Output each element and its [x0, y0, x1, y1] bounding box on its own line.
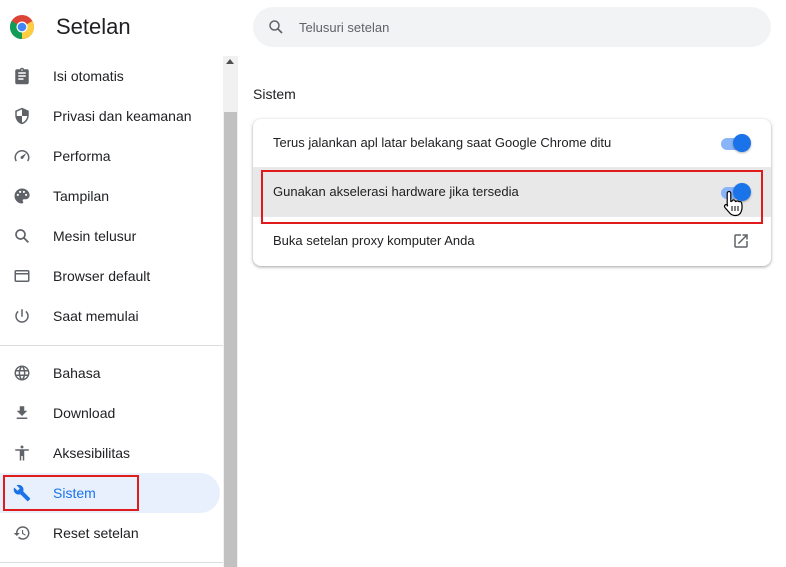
sidebar-item-label: Tampilan: [53, 188, 110, 204]
accessibility-icon: [15, 445, 29, 461]
sidebar-item-reset-setelan[interactable]: Reset setelan: [0, 513, 220, 553]
hand-cursor-icon: [723, 190, 743, 217]
shield-icon: [15, 107, 29, 125]
search-icon: [15, 229, 30, 244]
search-icon: [269, 20, 283, 34]
scroll-up-arrow-icon[interactable]: [226, 59, 234, 64]
palette-icon: [14, 188, 30, 204]
highlight-box: [261, 170, 763, 224]
setting-row-background-apps[interactable]: Terus jalankan apl latar belakang saat G…: [253, 119, 771, 167]
setting-row-proxy[interactable]: Buka setelan proxy komputer Anda: [253, 217, 771, 265]
sidebar-item-performa[interactable]: Performa: [0, 136, 220, 176]
sidebar-item-saat-memulai[interactable]: Saat memulai: [0, 296, 220, 336]
sidebar-item-label: Browser default: [53, 268, 151, 284]
browser-icon: [14, 270, 30, 282]
sidebar-divider: [0, 562, 223, 563]
background-apps-toggle[interactable]: [719, 134, 751, 152]
sidebar-item-mesin-telusur[interactable]: Mesin telusur: [0, 216, 220, 256]
sidebar-item-browser-default[interactable]: Browser default: [0, 256, 220, 296]
toggle-knob: [733, 134, 751, 152]
section-title: Sistem: [253, 86, 296, 102]
globe-icon: [14, 365, 30, 381]
download-icon: [16, 406, 28, 419]
chrome-logo-icon: [10, 15, 34, 39]
power-icon: [15, 309, 29, 323]
sidebar-item-label: Bahasa: [53, 365, 101, 381]
sidebar-item-label: Isi otomatis: [53, 68, 124, 84]
sidebar-item-bahasa[interactable]: Bahasa: [0, 353, 220, 393]
sidebar-item-label: Download: [53, 405, 116, 421]
sidebar-scrollbar[interactable]: [223, 56, 238, 567]
search-bar[interactable]: [253, 7, 771, 47]
external-link-icon[interactable]: [732, 232, 750, 250]
sidebar-divider: [0, 345, 223, 346]
page-title: Setelan: [56, 14, 131, 39]
sidebar-item-label: Reset setelan: [53, 525, 139, 541]
highlight-box: [3, 475, 139, 511]
setting-label: Buka setelan proxy komputer Anda: [273, 233, 475, 248]
search-input[interactable]: [299, 7, 739, 47]
sidebar-item-label: Aksesibilitas: [53, 445, 131, 461]
sidebar-item-tampilan[interactable]: Tampilan: [0, 176, 220, 216]
sidebar-item-isi-otomatis[interactable]: Isi otomatis: [0, 56, 220, 96]
history-icon: [13, 526, 30, 540]
sidebar-item-aksesibilitas[interactable]: Aksesibilitas: [0, 433, 220, 473]
sidebar-item-label: Saat memulai: [53, 308, 139, 324]
sidebar-item-privasi[interactable]: Privasi dan keamanan: [0, 96, 220, 136]
speedometer-icon: [14, 150, 30, 162]
scroll-thumb[interactable]: [224, 112, 237, 567]
sidebar-item-label: Privasi dan keamanan: [53, 108, 192, 124]
sidebar-item-label: Mesin telusur: [53, 228, 137, 244]
setting-label: Terus jalankan apl latar belakang saat G…: [273, 135, 612, 150]
clipboard-icon: [15, 67, 29, 85]
sidebar-item-label: Performa: [53, 148, 111, 164]
sidebar-item-download[interactable]: Download: [0, 393, 220, 433]
